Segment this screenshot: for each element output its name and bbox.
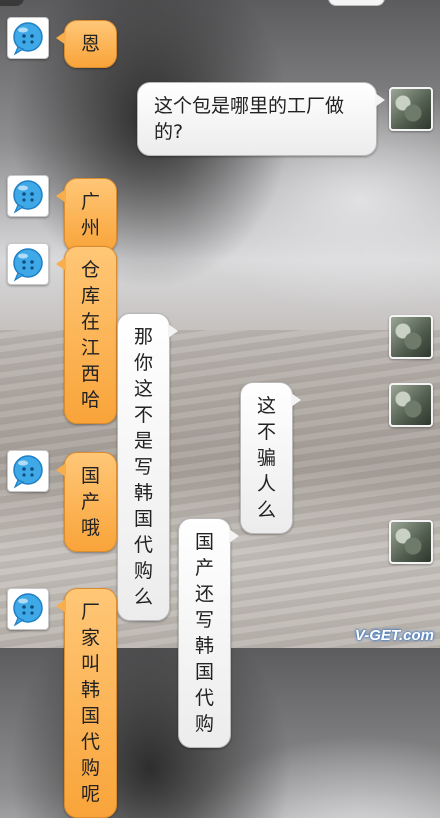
user-avatar[interactable] <box>389 520 433 564</box>
incoming-message-bubble[interactable]: 国产哦 <box>55 452 118 552</box>
user-avatar[interactable] <box>389 315 433 359</box>
incoming-message-bubble[interactable]: 恩 <box>55 20 118 68</box>
speech-bubble-face-icon <box>13 455 43 489</box>
outgoing-message-bubble[interactable]: 这不骗人么 <box>240 382 302 534</box>
cropped-avatar-top <box>0 0 24 6</box>
watermark: V-GET.com <box>354 627 434 644</box>
bot-avatar[interactable] <box>7 17 49 59</box>
outgoing-message-bubble[interactable]: 这个包是哪里的工厂做的? <box>137 82 385 156</box>
incoming-message-bubble[interactable]: 厂家叫韩国代购呢 <box>55 588 118 818</box>
cropped-bubble-top <box>328 0 385 6</box>
speech-bubble-face-icon <box>13 248 43 282</box>
speech-bubble-face-icon <box>13 22 43 56</box>
speech-bubble-face-icon <box>13 180 43 214</box>
bot-avatar[interactable] <box>7 450 49 492</box>
speech-bubble-face-icon <box>13 593 43 627</box>
user-avatar[interactable] <box>389 383 433 427</box>
bot-avatar[interactable] <box>7 243 49 285</box>
outgoing-message-bubble[interactable]: 那你这不是写韩国代购么 <box>117 313 179 621</box>
user-avatar[interactable] <box>389 87 433 131</box>
incoming-message-bubble[interactable]: 仓库在江西哈 <box>55 246 118 424</box>
bot-avatar[interactable] <box>7 175 49 217</box>
bot-avatar[interactable] <box>7 588 49 630</box>
incoming-message-bubble[interactable]: 广州 <box>55 178 118 252</box>
outgoing-message-bubble[interactable]: 国产还写韩国代购 <box>178 518 240 748</box>
